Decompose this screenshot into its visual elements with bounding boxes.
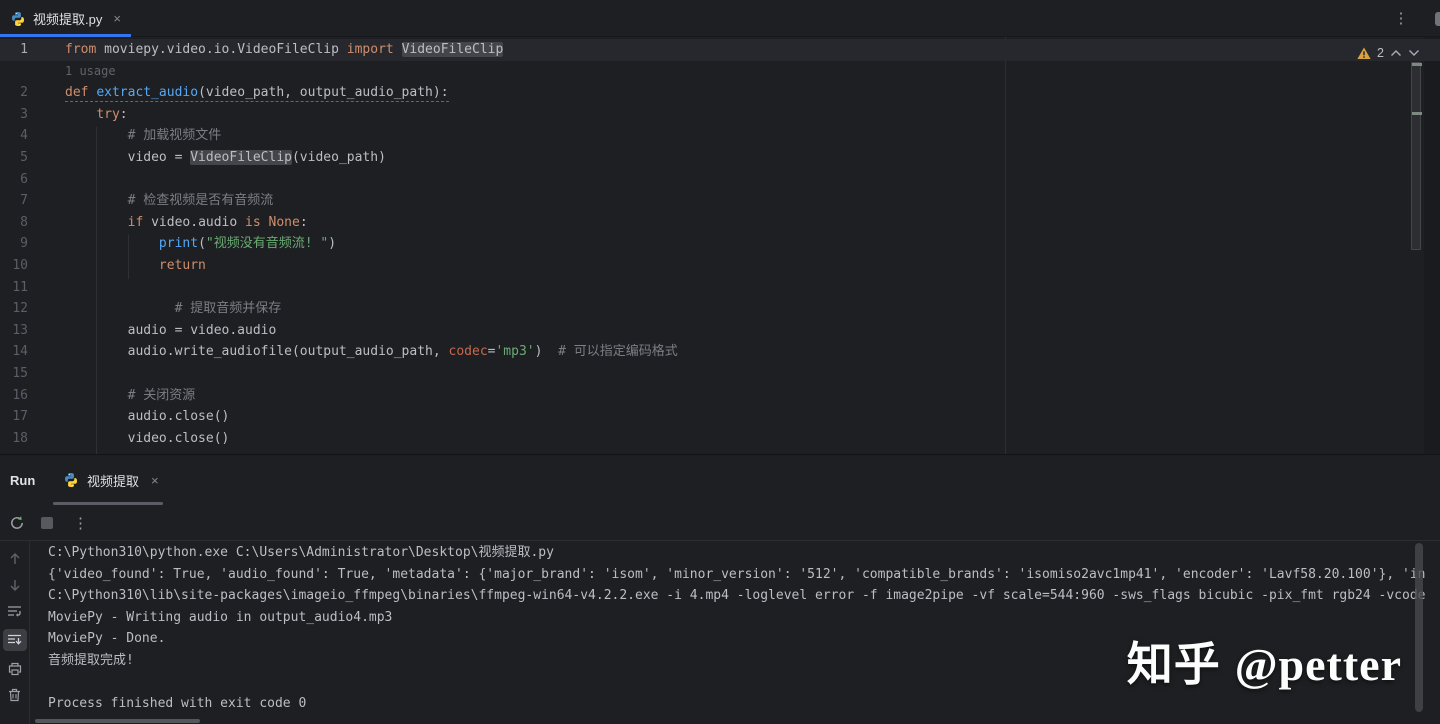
editor-tab-video-extract[interactable]: 视频提取.py ×: [0, 0, 135, 37]
console-vertical-scrollbar[interactable]: [1415, 543, 1423, 712]
console-line: {'video_found': True, 'audio_found': Tru…: [48, 564, 1440, 586]
watermark-brand: 知乎: [1127, 638, 1221, 690]
clipped-edge-icon: [1435, 12, 1440, 26]
code-line[interactable]: 8 if video.audio is None:: [0, 212, 1440, 234]
line-number: 4: [0, 125, 28, 147]
console-gutter: [0, 541, 30, 724]
prev-problem-icon[interactable]: [1390, 49, 1402, 57]
line-number: 12: [0, 298, 28, 320]
editor-tab-title: 视频提取.py: [33, 9, 102, 28]
code-line[interactable]: 4 # 加载视频文件: [0, 125, 1440, 147]
line-number: 3: [0, 104, 28, 126]
code-line[interactable]: 14 audio.write_audiofile(output_audio_pa…: [0, 341, 1440, 363]
line-number: 1: [0, 39, 28, 61]
print-icon[interactable]: [4, 661, 26, 677]
stop-button[interactable]: [35, 511, 59, 535]
code-editor[interactable]: 1from moviepy.video.io.VideoFileClip imp…: [0, 37, 1440, 454]
line-number: 6: [0, 169, 28, 191]
code-lines: 1from moviepy.video.io.VideoFileClip imp…: [0, 39, 1440, 449]
scroll-to-end-icon[interactable]: [3, 629, 27, 651]
line-number: 14: [0, 341, 28, 363]
code-line[interactable]: 5 video = VideoFileClip(video_path): [0, 147, 1440, 169]
line-number: 5: [0, 147, 28, 169]
code-line[interactable]: 16 # 关闭资源: [0, 385, 1440, 407]
code-line[interactable]: 2def extract_audio(video_path, output_au…: [0, 82, 1440, 104]
soft-wrap-icon[interactable]: [4, 603, 26, 619]
code-line[interactable]: 15: [0, 363, 1440, 385]
watermark: 知乎 @petter: [1127, 628, 1402, 694]
clear-console-icon[interactable]: [4, 687, 26, 703]
indent-guide: [96, 127, 97, 454]
code-line[interactable]: 3 try:: [0, 104, 1440, 126]
console-line: C:\Python310\lib\site-packages\imageio_f…: [48, 585, 1440, 607]
watermark-handle: @petter: [1235, 639, 1402, 690]
tabbar-more-icon[interactable]: ⋮: [1390, 4, 1412, 32]
next-problem-icon[interactable]: [1408, 49, 1420, 57]
python-file-icon: [63, 472, 79, 488]
console-horizontal-scrollbar[interactable]: [35, 719, 200, 723]
line-number: 17: [0, 406, 28, 428]
line-number: 7: [0, 190, 28, 212]
line-number: 2: [0, 82, 28, 104]
editor-tabbar: 视频提取.py × ⋮: [0, 0, 1440, 37]
run-panel-title: Run: [10, 455, 35, 505]
editor-tab-close-icon[interactable]: ×: [113, 11, 121, 26]
console-line: MoviePy - Writing audio in output_audio4…: [48, 607, 1440, 629]
run-panel-header: Run 视频提取 ×: [0, 455, 1440, 505]
line-number: 16: [0, 385, 28, 407]
code-line[interactable]: 1from moviepy.video.io.VideoFileClip imp…: [0, 39, 1440, 61]
up-stacktrace-icon[interactable]: [4, 551, 26, 567]
inspection-widget[interactable]: 2: [1357, 44, 1420, 62]
code-line[interactable]: 9 print("视频没有音频流! "): [0, 233, 1440, 255]
console-line: C:\Python310\python.exe C:\Users\Adminis…: [48, 542, 1440, 564]
run-toolbar: ⋮: [0, 505, 1440, 541]
code-line[interactable]: 7 # 检查视频是否有音频流: [0, 190, 1440, 212]
code-line[interactable]: 17 audio.close(): [0, 406, 1440, 428]
line-number: 8: [0, 212, 28, 234]
warning-count: 2: [1377, 46, 1384, 60]
console-line: Process finished with exit code 0: [48, 693, 1440, 715]
code-line[interactable]: 6: [0, 169, 1440, 191]
ide-window: 视频提取.py × ⋮ 1from moviepy.video.io.Video…: [0, 0, 1440, 724]
code-line[interactable]: 18 video.close(): [0, 428, 1440, 450]
python-file-icon: [10, 11, 26, 27]
line-number: 18: [0, 428, 28, 450]
run-tab-title: 视频提取: [87, 471, 139, 490]
usage-inlay-hint[interactable]: 1 usage: [0, 61, 1440, 83]
code-line[interactable]: 12 # 提取音频并保存: [0, 298, 1440, 320]
line-number: 11: [0, 277, 28, 299]
code-line[interactable]: 11: [0, 277, 1440, 299]
down-stacktrace-icon[interactable]: [4, 577, 26, 593]
code-line[interactable]: 13 audio = video.audio: [0, 320, 1440, 342]
indent-guide: [128, 235, 129, 279]
code-line[interactable]: 10 return: [0, 255, 1440, 277]
editor-scrollbar[interactable]: [1411, 62, 1421, 250]
warning-icon: [1357, 47, 1371, 60]
line-number: 13: [0, 320, 28, 342]
line-number: 15: [0, 363, 28, 385]
toolbar-more-icon[interactable]: ⋮: [73, 514, 88, 532]
line-number: 10: [0, 255, 28, 277]
line-number: 9: [0, 233, 28, 255]
run-tab-close-icon[interactable]: ×: [151, 473, 159, 488]
stripe-mark: [1412, 63, 1422, 66]
run-tab-video-extract[interactable]: 视频提取 ×: [53, 455, 169, 505]
stripe-mark: [1412, 112, 1422, 115]
rerun-button[interactable]: [5, 511, 29, 535]
